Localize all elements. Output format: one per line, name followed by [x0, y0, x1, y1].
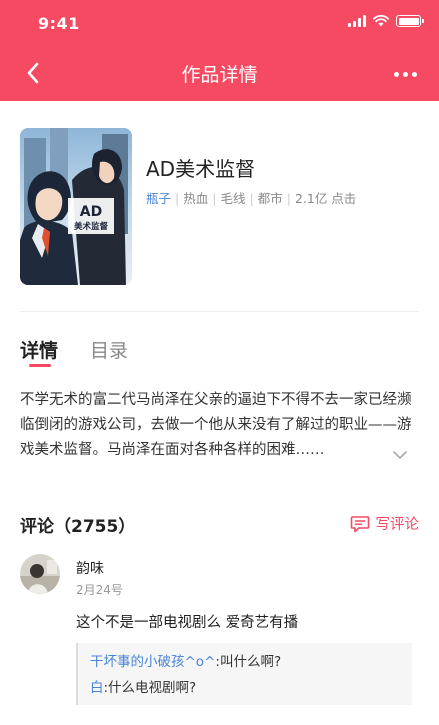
click-count: 2.1亿 点击 [294, 191, 357, 206]
comment-icon [350, 515, 369, 532]
reply-username[interactable]: 白 [90, 680, 104, 696]
reply-username[interactable]: 干坏事的小破孩^o^ [90, 654, 215, 670]
avatar-image [20, 554, 60, 594]
cover-logo-text: AD [80, 204, 102, 220]
reply-item[interactable]: 干坏事的小破孩^o^:叫什么啊? [90, 649, 412, 675]
expand-synopsis-button[interactable] [389, 444, 411, 466]
comment-date: 2月24号 [76, 583, 123, 597]
tag[interactable]: 热血 [183, 191, 208, 206]
wifi-icon [373, 15, 389, 27]
page-title: 作品详情 [181, 64, 258, 86]
status-icons [348, 15, 424, 27]
avatar[interactable] [20, 554, 60, 594]
tag[interactable]: 都市 [258, 191, 283, 206]
write-comment-label: 写评论 [375, 517, 420, 533]
book-title: AD美术监督 [146, 157, 256, 181]
synopsis-fade [340, 445, 390, 471]
reply-text: :什么电视剧啊? [103, 680, 197, 696]
signal-icon [348, 15, 366, 27]
cover-subtitle-text: 美术监督 [74, 221, 109, 232]
dot-icon [411, 71, 417, 77]
reply-list: 干坏事的小破孩^o^:叫什么啊? 白:什么电视剧啊? [76, 643, 412, 705]
tag[interactable]: 毛线 [220, 191, 245, 206]
divider [20, 311, 419, 312]
cover-illustration: AD 美术监督 [20, 128, 132, 285]
more-options-button[interactable] [387, 62, 423, 86]
commenter-name[interactable]: 韵味 [76, 558, 104, 578]
comment-text: 这个不是一部电视剧么 爱奇艺有播 [76, 615, 299, 631]
book-meta: 瓶子 | 热血 | 毛线 | 都市 | 2.1亿 点击 [146, 191, 357, 206]
active-tab-indicator [29, 364, 51, 367]
app-header: 9:41 作品详情 [0, 0, 439, 101]
dot-icon [402, 71, 408, 77]
book-cover[interactable]: AD 美术监督 [20, 128, 132, 285]
author-link[interactable]: 瓶子 [146, 191, 171, 206]
tab-catalog[interactable]: 目录 [90, 336, 128, 363]
write-comment-button[interactable]: 写评论 [350, 513, 420, 534]
reply-item[interactable]: 白:什么电视剧啊? [90, 675, 412, 701]
status-time: 9:41 [38, 14, 80, 33]
comments-heading: 评论（2755） [20, 517, 136, 537]
battery-icon [396, 15, 424, 27]
chevron-down-icon [393, 451, 407, 459]
reply-text: :叫什么啊? [215, 654, 282, 670]
tab-detail[interactable]: 详情 [20, 336, 58, 363]
dot-icon [393, 71, 399, 77]
